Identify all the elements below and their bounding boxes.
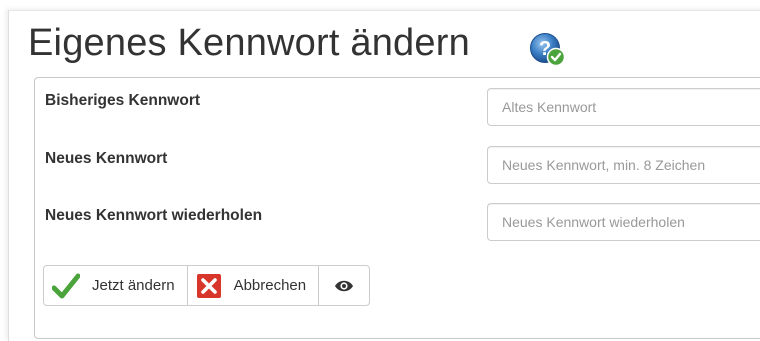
current-password-input[interactable]	[487, 88, 760, 126]
repeat-password-label: Neues Kennwort wiederholen	[45, 207, 263, 224]
current-password-label: Bisheriges Kennwort	[45, 92, 201, 109]
x-icon	[196, 273, 221, 298]
cancel-button[interactable]: Abbrechen	[186, 266, 319, 305]
new-password-label: Neues Kennwort	[45, 150, 168, 167]
submit-button[interactable]: Jetzt ändern	[44, 266, 187, 305]
submit-button-label: Jetzt ändern	[92, 277, 175, 294]
toggle-visibility-button[interactable]	[318, 266, 369, 305]
page-title: Eigenes Kennwort ändern	[28, 22, 470, 64]
checkmark-icon	[52, 273, 80, 298]
help-icon[interactable]: ?	[528, 31, 566, 67]
new-password-input[interactable]	[487, 146, 760, 184]
repeat-password-input[interactable]	[487, 203, 760, 241]
cancel-button-label: Abbrechen	[233, 277, 307, 294]
eye-icon	[335, 280, 354, 291]
action-button-group: Jetzt ändern Abbrechen	[43, 265, 371, 306]
